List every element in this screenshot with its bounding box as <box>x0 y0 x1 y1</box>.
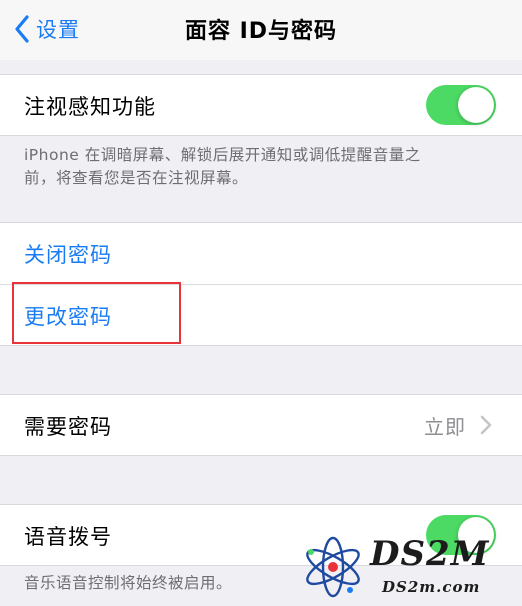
watermark-brand: DS2M <box>370 534 490 574</box>
atom-logo-icon <box>300 534 366 604</box>
require-passcode-value: 立即 <box>424 415 466 439</box>
passcode-group: 关闭密码 更改密码 <box>0 222 522 346</box>
attention-footnote-line2: 前，将查看您是否在注视屏幕。 <box>24 169 249 187</box>
toggle-knob <box>458 87 494 123</box>
require-passcode-label: 需要密码 <box>24 415 112 439</box>
require-passcode-group: 需要密码 立即 <box>0 394 522 456</box>
attention-footnote-line1: iPhone 在调暗屏幕、解锁后展开通知或调低提醒音量之 <box>24 146 421 164</box>
chevron-right-icon <box>480 415 492 439</box>
attention-group: 注视感知功能 <box>0 74 522 136</box>
turn-off-passcode-button[interactable]: 关闭密码 <box>24 239 112 269</box>
attention-toggle[interactable] <box>426 85 496 125</box>
attention-label: 注视感知功能 <box>24 95 156 119</box>
voice-dial-label: 语音拨号 <box>24 525 112 549</box>
page-title: 面容 ID与密码 <box>184 19 338 44</box>
watermark: DS2M DS2m.com <box>300 528 522 606</box>
navigation-bar: 设置 面容 ID与密码 <box>0 0 522 60</box>
change-passcode-row[interactable]: 更改密码 <box>0 285 522 345</box>
change-passcode-button[interactable]: 更改密码 <box>24 301 112 331</box>
require-passcode-row[interactable]: 需要密码 立即 <box>0 395 522 455</box>
attention-row: 注视感知功能 <box>0 75 522 135</box>
watermark-domain: DS2m.com <box>382 578 481 596</box>
attention-footnote: iPhone 在调暗屏幕、解锁后展开通知或调低提醒音量之 前，将查看您是否在注视… <box>24 144 474 190</box>
turn-off-passcode-row[interactable]: 关闭密码 <box>0 223 522 283</box>
